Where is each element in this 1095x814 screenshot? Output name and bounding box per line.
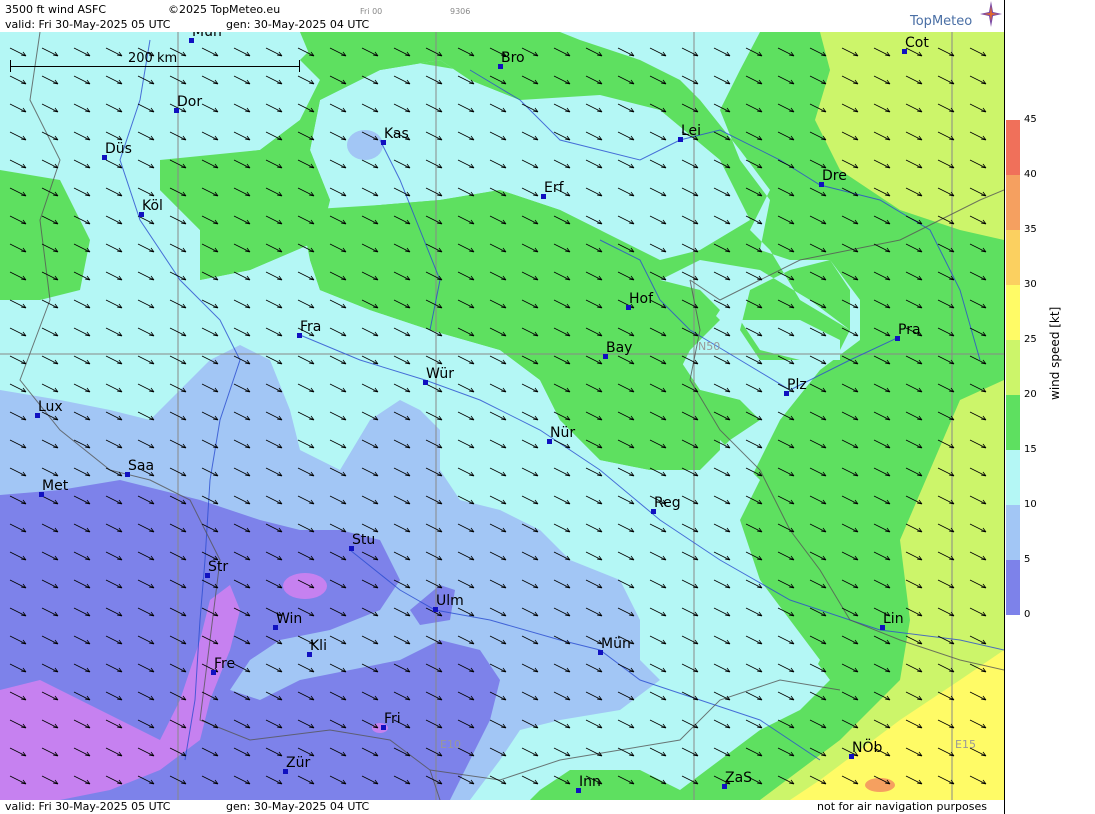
legend-color-segment [1006,120,1020,175]
zone-10-15-kassel [347,130,383,160]
brand-name: TopMeteo [910,14,973,29]
legend-tick-label: 5 [1024,554,1031,565]
city-label: Stu [352,532,376,548]
frame-label: Fri 00 [360,7,383,16]
city-label: Lei [681,123,702,139]
city-label: Bro [501,50,525,66]
city-label: Fra [300,319,322,335]
city-label: Win [276,611,303,627]
footer-generated-time: gen: 30-May-2025 04 UTC [226,800,370,813]
legend-color-segment [1006,175,1020,230]
city-label: Kas [384,126,409,142]
city-label: Met [42,478,69,494]
legend-tick-label: 25 [1024,334,1037,345]
brand-logo-icon [980,1,1002,27]
legend-color-segment [1006,560,1020,615]
city-label: Dre [822,168,847,184]
city-label: Hof [629,291,654,307]
scale-bar-label: 200 km [128,51,178,66]
copyright: ©2025 TopMeteo.eu [168,3,281,16]
city-label: Fri [384,711,401,727]
frame-code: 9306 [450,7,471,16]
wind-map: 200 km N50 E10 E15 Mün Bro Cot Dor Kas Lei Düs… [0,32,1004,800]
header: 3500 ft wind ASFC ©2025 TopMeteo.eu Fri … [0,0,1005,32]
legend-color-segment [1006,505,1020,560]
city-label: Bay [606,340,633,356]
zone-40-45 [865,778,895,792]
valid-time: valid: Fri 30-May-2025 05 UTC [5,18,171,31]
city-label: Inn [579,774,601,790]
legend-tick-label: 30 [1024,279,1037,290]
grid-label-lat: N50 [698,340,721,353]
map-right-border [1004,0,1005,814]
legend-tick-label: 45 [1024,114,1037,125]
city-label: Lin [883,611,904,627]
legend-color-segment [1006,340,1020,395]
zone-0-5-center [283,573,327,599]
grid-label-lon-e10: E10 [440,738,461,751]
scale-bar: 200 km [10,51,300,72]
legend-color-segment [1006,395,1020,450]
city-label: Pra [898,322,921,338]
city-label: Zür [286,755,311,771]
city-label: Erf [544,180,564,196]
legend-tick-label: 15 [1024,444,1037,455]
city-label: Mün [192,32,222,40]
city-label: NÖb [852,740,883,756]
legend-tick-label: 0 [1024,609,1031,620]
city-label: Düs [105,141,132,157]
city-label: Mün [601,636,631,652]
grid-label-lon-e15: E15 [955,738,976,751]
legend-color-segment [1006,230,1020,285]
city-label: Plz [787,377,807,393]
footer-valid-time: valid: Fri 30-May-2025 05 UTC [5,800,171,813]
city-label: Fre [214,656,236,672]
legend-tick-label: 20 [1024,389,1037,400]
city-label: Str [208,559,229,575]
city-label: Reg [654,495,681,511]
legend-title: wind speed [kt] [1048,306,1062,400]
city-label: Ulm [436,593,464,609]
generated-time: gen: 30-May-2025 04 UTC [226,18,370,31]
legend-tick-label: 10 [1024,499,1037,510]
product-title: 3500 ft wind ASFC [5,3,106,16]
city-label: Nür [550,425,576,441]
city-label: Dor [177,94,203,110]
city-label: Kli [310,638,327,654]
legend-color-segment [1006,285,1020,340]
city-label: Lux [38,399,63,415]
footer: valid: Fri 30-May-2025 05 UTC gen: 30-Ma… [0,800,1005,814]
city-label: ZaS [725,770,753,786]
city-label: Köl [142,198,163,214]
city-label: Wür [426,366,454,382]
wind-field-svg [0,32,1004,800]
legend-tick-label: 35 [1024,224,1037,235]
legend-color-segment [1006,450,1020,505]
navigation-disclaimer: not for air navigation purposes [817,800,987,813]
legend-tick-label: 40 [1024,169,1037,180]
city-label: Cot [905,35,929,51]
city-label: Saa [128,458,155,474]
